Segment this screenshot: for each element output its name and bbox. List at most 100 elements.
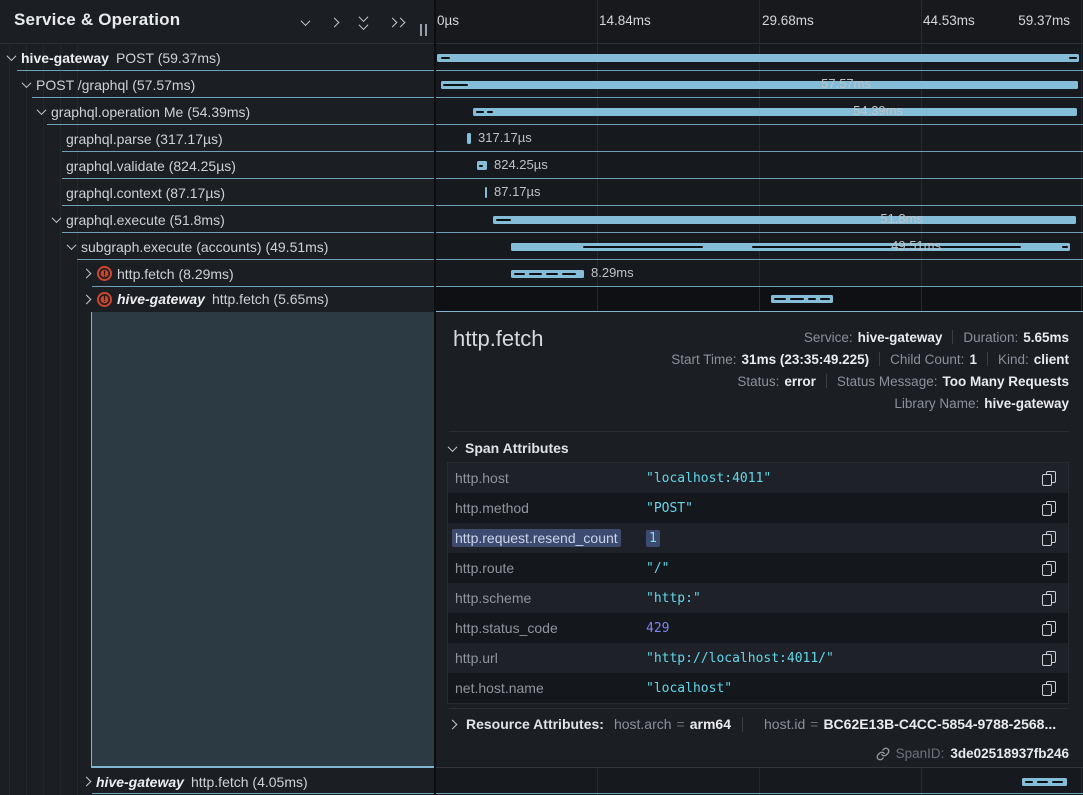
span-duration-bar[interactable] [473,108,1077,116]
tree-header: Service & Operation [0,0,434,44]
expanded-span-block[interactable] [91,312,434,766]
span-tree-row[interactable]: http.fetch (8.29ms) [0,260,434,287]
meta-label: Service: [804,330,853,345]
span-tree-row[interactable]: graphql.operation Me (54.39ms) [0,98,434,125]
duration-label: 317.17µs [478,130,532,145]
span-duration-bar[interactable] [441,81,1078,89]
attribute-key: http.url [448,650,646,666]
operation-name: http.fetch (5.65ms) [212,291,329,307]
chevron-down-icon[interactable] [37,105,47,115]
resource-separator [742,717,743,732]
attribute-key: http.scheme [448,590,646,606]
span-attributes-table: http.host"localhost:4011"http.method"POS… [447,462,1069,704]
child-span-mark [774,298,786,300]
resource-attributes-title: Resource Attributes: [466,716,604,732]
ruler-gridline [1081,0,1082,44]
meta-label: Duration: [963,330,1018,345]
duration-label: 87.17µs [494,184,541,199]
meta-label: Kind: [998,352,1029,367]
chevron-right-icon[interactable] [82,777,92,787]
ruler-gridline [759,0,760,44]
chevron-down-icon[interactable] [67,240,77,250]
operation-name: graphql.context (87.17µs) [66,185,225,201]
panel-resize-handle[interactable] [418,24,428,36]
attribute-value: "localhost:4011" [646,471,1028,486]
error-icon [97,292,112,307]
chevron-down-icon[interactable] [52,213,62,223]
meta-value: Too Many Requests [942,374,1069,389]
span-tree-row[interactable]: graphql.parse (317.17µs) [0,125,434,152]
duration-label: 8.29ms [591,265,634,280]
child-span-mark [820,298,830,300]
span-id-label: SpanID: [896,746,945,761]
copy-icon[interactable] [1042,471,1055,486]
span-tree-row[interactable]: POST /graphql (57.57ms) [0,71,434,98]
span-tree-row[interactable]: graphql.execute (51.8ms) [0,206,434,233]
resource-value: BC62E13B-C4CC-5854-9788-2568... [823,716,1056,732]
span-tree-row[interactable]: hive-gateway http.fetch (5.65ms) [0,287,434,311]
expand-one-icon[interactable] [331,13,338,31]
copy-icon[interactable] [1042,561,1055,576]
span-duration-bar[interactable] [437,54,1079,62]
copy-icon[interactable] [1042,681,1055,696]
span-duration-bar[interactable] [467,133,471,144]
meta-value: hive-gateway [858,330,943,345]
section-divider [449,708,1069,709]
copy-icon[interactable] [1042,621,1055,636]
span-tree-row[interactable]: subgraph.execute (accounts) (49.51ms) [0,233,434,260]
resource-attributes-row[interactable]: Resource Attributes: host.arch=arm64host… [449,716,1056,732]
child-span-mark [546,273,558,275]
copy-icon[interactable] [1042,531,1055,546]
child-span-mark [529,273,542,275]
span-id-row: SpanID: 3de02518937fb246 [876,746,1069,761]
chevron-down-icon[interactable] [7,51,17,61]
child-span-mark [808,298,816,300]
chevron-right-icon[interactable] [82,294,92,304]
duration-label: 49.51ms [891,238,941,253]
attribute-row[interactable]: http.url"http://localhost:4011/" [448,643,1068,673]
service-name: hive-gateway [117,291,205,307]
attribute-row[interactable]: http.request.resend_count1 [448,523,1068,553]
resource-key: host.id [764,716,805,732]
attribute-row[interactable]: http.status_code429 [448,613,1068,643]
panel-divider[interactable] [434,0,436,795]
collapse-all-icon[interactable] [360,15,367,30]
span-duration-bar[interactable] [485,187,487,198]
chevron-down-icon[interactable] [22,78,32,88]
meta-label: Status: [737,374,779,389]
span-tree-row[interactable]: hive-gateway http.fetch (4.05ms) [0,768,434,795]
service-name: hive-gateway [96,774,184,790]
attribute-value: "POST" [646,501,1028,516]
span-tree-row[interactable]: hive-gatewayPOST (59.37ms) [0,44,434,71]
copy-icon[interactable] [1042,501,1055,516]
attribute-row[interactable]: http.scheme"http:" [448,583,1068,613]
timeline-ruler: 0µs14.84ms29.68ms44.53ms59.37ms [435,0,1083,44]
operation-name: graphql.operation Me (54.39ms) [51,104,250,120]
resource-value: arm64 [690,716,731,732]
span-tree-row[interactable]: graphql.context (87.17µs) [0,179,434,206]
attribute-row[interactable]: http.host"localhost:4011" [448,463,1068,493]
ruler-tick-label: 29.68ms [762,13,814,28]
span-tree-row[interactable]: graphql.validate (824.25µs) [0,152,434,179]
child-span-mark [487,111,493,113]
span-attributes-header[interactable]: Span Attributes [449,440,569,456]
collapse-one-icon[interactable] [302,13,309,31]
copy-icon[interactable] [1042,651,1055,666]
operation-name: graphql.validate (824.25µs) [66,158,236,174]
attribute-value: 429 [646,621,1028,636]
attribute-row[interactable]: http.method"POST" [448,493,1068,523]
link-icon[interactable] [876,747,890,761]
expand-all-icon[interactable] [389,19,404,26]
attribute-key: http.method [448,500,646,516]
span-duration-bar[interactable] [493,216,1076,224]
meta-value: 31ms (23:35:49.225) [742,352,870,367]
meta-value: hive-gateway [984,396,1069,411]
operation-name: http.fetch (4.05ms) [191,774,308,790]
span-label: POST /graphql (57.57ms) [36,77,195,93]
attribute-row[interactable]: http.route"/" [448,553,1068,583]
chevron-right-icon[interactable] [82,269,92,279]
attribute-key: http.host [448,470,646,486]
copy-icon[interactable] [1042,591,1055,606]
attribute-row[interactable]: net.host.name"localhost" [448,673,1068,703]
section-divider [449,431,1069,432]
